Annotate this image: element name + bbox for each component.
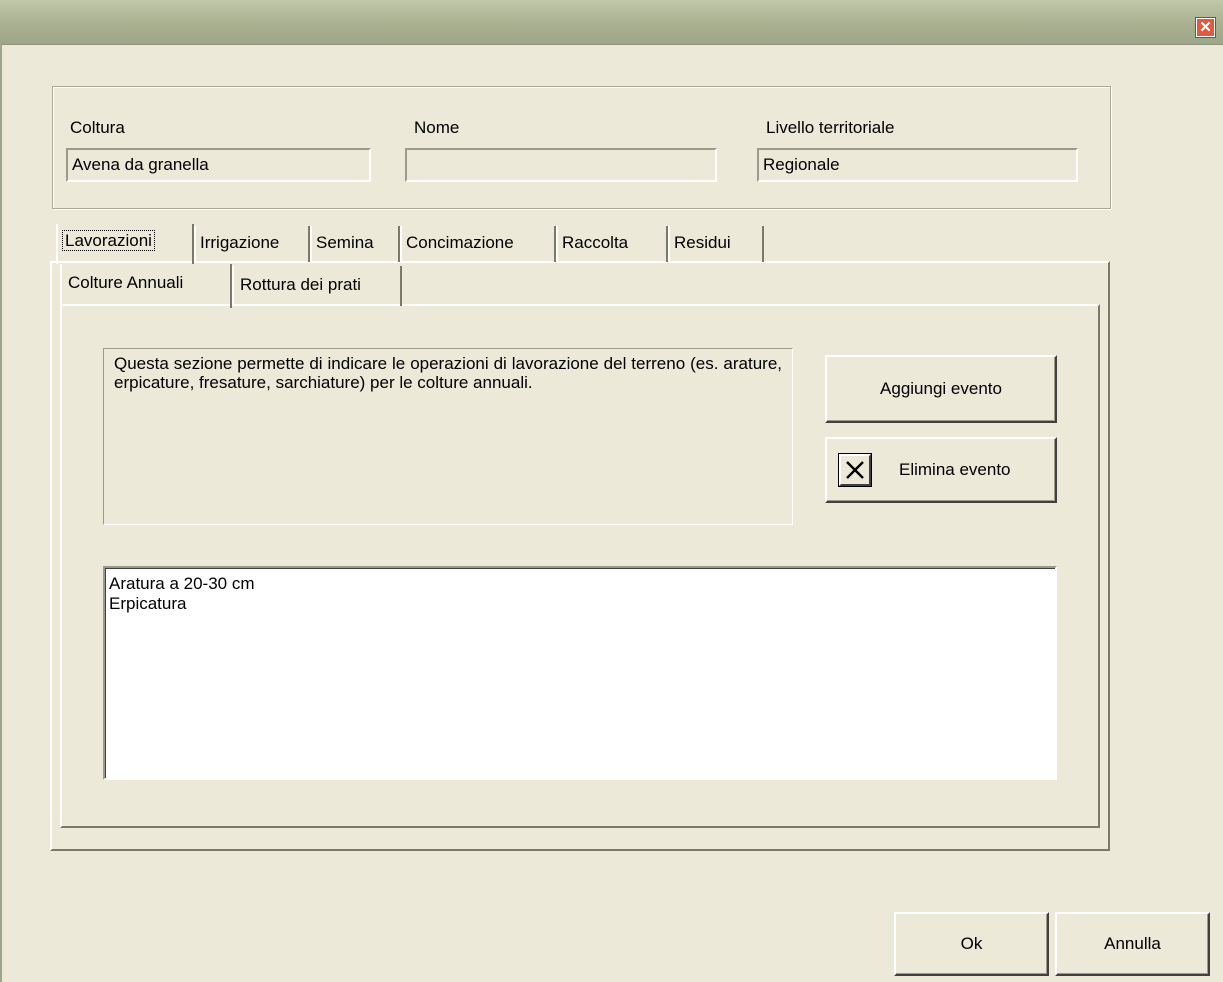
nome-field[interactable] — [405, 148, 717, 182]
livello-label: Livello territoriale — [766, 118, 895, 137]
tab-lavorazioni[interactable]: Lavorazioni — [56, 224, 194, 264]
window-border — [0, 44, 2, 982]
tab-label: Concimazione — [406, 233, 514, 252]
close-icon[interactable]: ✕ — [1196, 18, 1215, 37]
add-event-button[interactable]: Aggiungi evento — [825, 355, 1057, 423]
subtab-colture-annuali[interactable]: Colture Annuali — [60, 264, 232, 308]
livello-field[interactable]: Regionale — [757, 148, 1078, 182]
ok-label: Ok — [960, 934, 983, 953]
tab-semina[interactable]: Semina — [310, 226, 400, 262]
events-list[interactable]: Aratura a 20-30 cm Erpicatura — [103, 566, 1057, 780]
title-bar — [0, 0, 1223, 45]
tab-label: Raccolta — [562, 233, 629, 252]
tab-label: Irrigazione — [200, 233, 280, 252]
coltura-label: Coltura — [70, 118, 125, 137]
tab-label: Lavorazioni — [62, 230, 155, 251]
ok-button[interactable]: Ok — [894, 912, 1049, 976]
tab-residui[interactable]: Residui — [668, 226, 764, 262]
subtab-label: Colture Annuali — [68, 273, 184, 292]
description-text: Questa sezione permette di indicare le o… — [103, 348, 793, 525]
nome-label: Nome — [414, 118, 460, 137]
x-icon — [839, 454, 871, 486]
tab-label: Residui — [674, 233, 731, 252]
list-item[interactable]: Erpicatura — [109, 594, 1051, 614]
tab-raccolta[interactable]: Raccolta — [556, 226, 668, 262]
subtab-label: Rottura dei prati — [240, 275, 361, 294]
add-event-label: Aggiungi evento — [880, 379, 1002, 398]
cancel-label: Annulla — [1104, 934, 1161, 953]
subtab-rottura-prati[interactable]: Rottura dei prati — [232, 266, 402, 306]
delete-event-button[interactable]: Elimina evento — [825, 437, 1057, 503]
tab-irrigazione[interactable]: Irrigazione — [194, 226, 310, 262]
coltura-field[interactable]: Avena da granella — [66, 148, 371, 182]
tab-concimazione[interactable]: Concimazione — [400, 226, 556, 262]
cancel-button[interactable]: Annulla — [1055, 912, 1210, 976]
delete-event-label: Elimina evento — [899, 460, 1011, 479]
list-item[interactable]: Aratura a 20-30 cm — [109, 574, 1051, 594]
tab-label: Semina — [316, 233, 374, 252]
